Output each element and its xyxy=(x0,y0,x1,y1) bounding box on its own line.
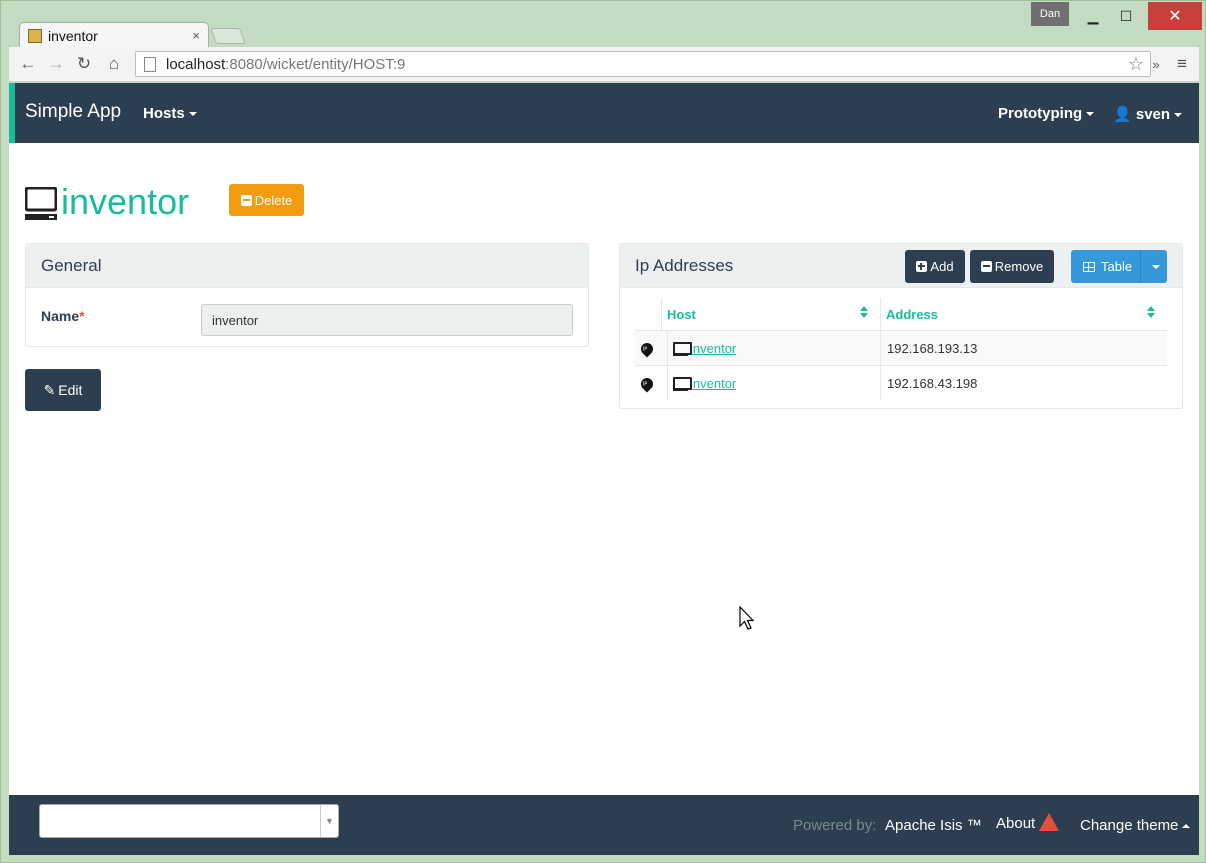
user-badge: Dan xyxy=(1031,2,1069,26)
add-button-label: Add xyxy=(930,259,954,274)
address-bar[interactable]: localhost :8080/wicket/entity/HOST:9 ☆ xyxy=(135,51,1151,77)
app-page: Simple App Hosts Prototyping 👤 sven inve… xyxy=(9,83,1199,855)
column-header-host[interactable]: Host xyxy=(661,298,880,330)
general-panel: General Name* inventor xyxy=(25,243,589,347)
reload-icon[interactable]: ↻ xyxy=(73,53,95,75)
remove-button[interactable]: Remove xyxy=(970,250,1054,283)
column-header-address-label: Address xyxy=(886,306,939,322)
name-label-text: Name xyxy=(41,308,80,324)
ip-pin-icon xyxy=(638,331,656,366)
minimize-icon[interactable]: ▁ xyxy=(1077,2,1109,30)
table-button-label: Table xyxy=(1101,259,1133,274)
host-link[interactable]: inventor xyxy=(690,376,736,391)
column-header-host-label: Host xyxy=(667,306,696,322)
address-cell: 192.168.193.13 xyxy=(880,331,1167,366)
menu-icon[interactable]: ≡ xyxy=(1171,53,1193,75)
ip-pin-icon xyxy=(638,366,656,401)
host-cell: inventor xyxy=(667,366,885,401)
bookmark-star-icon[interactable]: ☆ xyxy=(1128,54,1144,75)
column-header-address[interactable]: Address xyxy=(880,298,1167,330)
caret-down-icon xyxy=(1152,264,1160,269)
mouse-cursor-icon xyxy=(739,606,755,630)
prototyping-menu-label: Prototyping xyxy=(998,105,1083,122)
user-icon: 👤 xyxy=(1113,106,1132,123)
home-icon[interactable]: ⌂ xyxy=(103,53,125,75)
table-icon xyxy=(1083,261,1095,272)
host-link[interactable]: inventor xyxy=(690,341,736,356)
caret-up-icon xyxy=(1182,824,1191,829)
browser-toolbar: ← → ↻ ⌂ localhost :8080/wicket/entity/HO… xyxy=(9,47,1199,82)
about-link[interactable]: About xyxy=(996,813,1060,833)
extensions-more-icon[interactable]: » xyxy=(1145,53,1167,75)
browser-tab[interactable]: inventor × xyxy=(19,22,209,48)
minus-square-icon xyxy=(980,261,992,272)
edit-button[interactable]: ✎ Edit xyxy=(25,369,101,411)
change-theme-label: Change theme xyxy=(1080,817,1179,834)
user-menu-label: sven xyxy=(1135,106,1171,123)
computer-icon xyxy=(673,341,692,356)
close-icon[interactable]: ✕ xyxy=(1148,2,1202,30)
computer-icon xyxy=(673,376,692,391)
page-title: inventor xyxy=(61,181,190,222)
top-navbar: Simple App Hosts Prototyping 👤 sven xyxy=(9,83,1199,143)
sort-icon[interactable] xyxy=(860,306,868,318)
tab-close-icon[interactable]: × xyxy=(192,28,200,43)
powered-by-label: Powered by: xyxy=(793,817,877,834)
minus-square-icon xyxy=(240,194,252,206)
plus-square-icon xyxy=(916,261,928,272)
table-row[interactable]: inventor 192.168.193.13 xyxy=(635,330,1167,366)
host-cell: inventor xyxy=(667,331,885,366)
prototyping-menu[interactable]: Prototyping xyxy=(998,105,1095,122)
change-theme-menu[interactable]: Change theme xyxy=(1080,817,1191,834)
delete-button-label: Delete xyxy=(254,192,293,208)
favicon-icon xyxy=(28,28,42,43)
ip-addresses-panel: Ip Addresses Add Remove Table Host Addre… xyxy=(619,243,1183,409)
tab-title: inventor xyxy=(48,27,98,44)
about-link-label: About xyxy=(996,815,1036,832)
caret-down-icon xyxy=(1086,112,1095,117)
caret-down-icon xyxy=(1174,113,1183,118)
page-icon xyxy=(144,56,156,72)
caret-down-icon xyxy=(188,112,197,117)
remove-button-label: Remove xyxy=(994,259,1044,274)
address-cell: 192.168.43.198 xyxy=(880,366,1167,401)
computer-icon xyxy=(25,187,57,220)
url-host: localhost xyxy=(166,55,226,73)
hosts-menu-label: Hosts xyxy=(143,105,185,122)
general-heading: General xyxy=(26,244,588,288)
apache-isis-link[interactable]: Apache Isis ™ xyxy=(885,817,982,834)
navbar-accent xyxy=(9,83,15,143)
name-field[interactable]: inventor xyxy=(201,304,573,336)
chevron-down-icon[interactable]: ▼ xyxy=(320,805,338,837)
maximize-icon[interactable]: ☐ xyxy=(1109,2,1143,30)
footer-select[interactable]: ▼ xyxy=(39,804,339,838)
required-mark: * xyxy=(79,308,85,324)
table-row[interactable]: inventor 192.168.43.198 xyxy=(635,365,1167,401)
delete-button[interactable]: Delete xyxy=(229,184,304,216)
name-label: Name* xyxy=(41,308,85,324)
hosts-menu[interactable]: Hosts xyxy=(143,105,197,122)
footer: ▼ Powered by: Apache Isis ™ About Change… xyxy=(9,795,1199,855)
brand-link[interactable]: Simple App xyxy=(25,101,121,123)
sort-icon[interactable] xyxy=(1147,306,1155,318)
forward-icon[interactable]: → xyxy=(45,53,67,75)
user-menu[interactable]: 👤 sven xyxy=(1113,105,1183,123)
edit-button-label: Edit xyxy=(58,382,83,398)
browser-window: Dan ▁ ☐ ✕ inventor × ← → ↻ ⌂ localhost :… xyxy=(0,0,1206,863)
add-button[interactable]: Add xyxy=(905,250,965,283)
table-view-button[interactable]: Table xyxy=(1071,250,1167,283)
url-path: :8080/wicket/entity/HOST:9 xyxy=(225,55,406,73)
view-dropdown-toggle[interactable] xyxy=(1140,250,1167,283)
edit-icon: ✎ xyxy=(43,381,56,398)
warning-icon xyxy=(1039,813,1060,832)
back-icon[interactable]: ← xyxy=(17,53,39,75)
new-tab-button[interactable] xyxy=(210,28,246,44)
